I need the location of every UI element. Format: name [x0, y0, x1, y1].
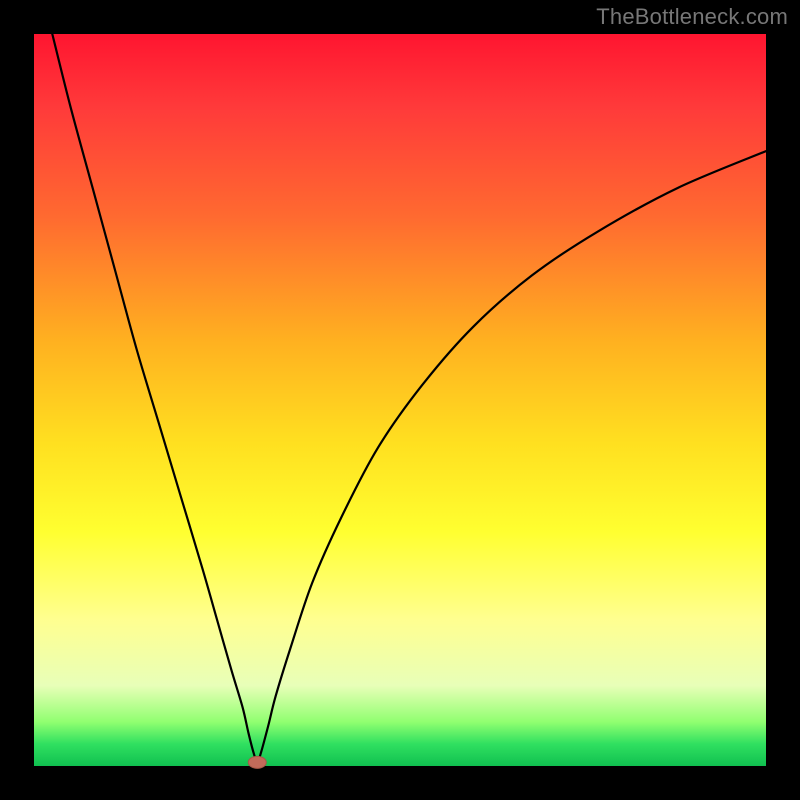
chart-frame: TheBottleneck.com: [0, 0, 800, 800]
bottleneck-curve: [52, 34, 766, 762]
optimal-point-marker: [248, 756, 266, 768]
plot-area: [34, 34, 766, 766]
curve-layer: [34, 34, 766, 766]
attribution-text: TheBottleneck.com: [596, 4, 788, 30]
